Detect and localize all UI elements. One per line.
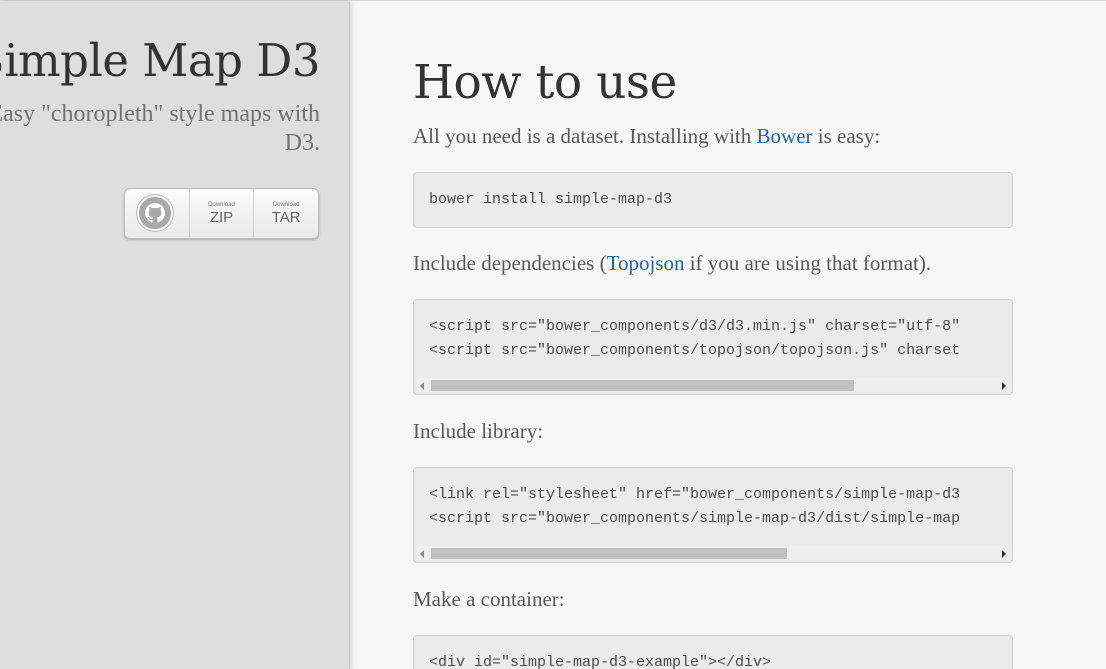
library-code-line-2: <script src="bower_components/simple-map…	[429, 510, 961, 527]
install-code-block[interactable]: bower install simple-map-d3	[413, 172, 1013, 228]
bower-link[interactable]: Bower	[757, 124, 813, 148]
install-code-line: bower install simple-map-d3	[429, 191, 673, 208]
dependencies-text: Include dependencies (Topojson if you ar…	[413, 250, 931, 276]
download-zip-caption: Download	[208, 202, 235, 208]
download-zip-button[interactable]: Download ZIP	[188, 189, 254, 238]
container-text: Make a container:	[413, 587, 565, 611]
dependencies-code-block[interactable]: <script src="bower_components/d3/d3.min.…	[413, 299, 1013, 395]
page-heading: How to use	[413, 55, 677, 110]
container-code-line: <div id="simple-map-d3-example"></div>	[429, 654, 772, 669]
download-tar-button[interactable]: Download TAR	[253, 189, 318, 238]
scroll-left-arrow-icon[interactable]	[420, 382, 424, 390]
dependencies-code-line-1: <script src="bower_components/d3/d3.min.…	[429, 318, 961, 335]
dependencies-code-line-2: <script src="bower_components/topojson/t…	[429, 342, 961, 359]
sidebar: Simple Map D3 Easy "choropleth" style ma…	[0, 1, 350, 669]
site-title: Simple Map D3	[0, 34, 321, 87]
intro-text-before: All you need is a dataset. Installing wi…	[413, 124, 757, 148]
library-code-line-1: <link rel="stylesheet" href="bower_compo…	[429, 486, 961, 503]
github-octocat-icon	[137, 195, 173, 231]
scrollbar-thumb[interactable]	[431, 380, 854, 391]
site-tagline: Easy "choropleth" style maps with D3.	[0, 101, 320, 156]
library-code-block[interactable]: <link rel="stylesheet" href="bower_compo…	[413, 467, 1013, 563]
scroll-left-arrow-icon[interactable]	[420, 550, 424, 558]
library-text: Include library:	[413, 419, 544, 443]
dependencies-text-before: Include dependencies (	[413, 251, 607, 275]
scroll-right-arrow-icon[interactable]	[1002, 382, 1006, 390]
intro-text-after: is easy:	[812, 124, 881, 148]
github-repo-button[interactable]	[125, 189, 189, 238]
dependencies-scrollbar[interactable]	[417, 378, 1009, 393]
container-code-block[interactable]: <div id="simple-map-d3-example"></div>	[413, 635, 1013, 669]
intro-text: All you need is a dataset. Installing wi…	[413, 123, 880, 149]
dependencies-text-after: if you are using that format).	[684, 251, 932, 275]
download-buttons: Download ZIP Download TAR	[124, 188, 319, 239]
topojson-link[interactable]: Topojson	[607, 251, 685, 275]
library-scrollbar[interactable]	[417, 546, 1009, 561]
main-content: How to use All you need is a dataset. In…	[413, 1, 1106, 669]
scrollbar-thumb[interactable]	[431, 548, 787, 559]
download-tar-label: TAR	[271, 209, 301, 226]
download-tar-caption: Download	[272, 202, 300, 208]
scroll-right-arrow-icon[interactable]	[1002, 550, 1006, 558]
download-zip-label: ZIP	[209, 209, 234, 226]
